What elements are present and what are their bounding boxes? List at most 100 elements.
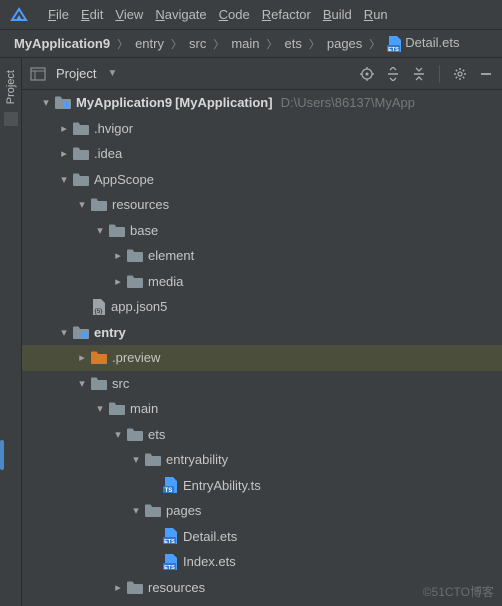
menu-run[interactable]: Run: [358, 4, 394, 25]
menu-build[interactable]: Build: [317, 4, 358, 25]
breadcrumb-item[interactable]: src: [187, 36, 208, 51]
breadcrumb-separator: 〉: [267, 36, 278, 52]
project-label: Project: [56, 66, 96, 81]
folder-icon: [109, 402, 125, 415]
sidebar-tab-icon[interactable]: [4, 112, 18, 126]
folder-icon: [127, 428, 143, 441]
tree-node[interactable]: {5}app.json5: [22, 294, 502, 320]
tree-node[interactable]: ETSIndex.ets: [22, 549, 502, 575]
tree-arrow-icon[interactable]: [58, 326, 70, 339]
folder-icon: [73, 147, 89, 160]
tree-node[interactable]: entry: [22, 320, 502, 346]
tree-node[interactable]: ets: [22, 422, 502, 448]
tree-node-label: resources: [112, 197, 169, 212]
tree-node[interactable]: .hvigor: [22, 116, 502, 142]
tree-node[interactable]: src: [22, 371, 502, 397]
ts-icon: TS: [163, 477, 178, 493]
tree-arrow-icon[interactable]: [112, 275, 124, 288]
tree-arrow-icon[interactable]: [112, 428, 124, 441]
tree-node-label: entry: [94, 325, 126, 340]
breadcrumb-separator: 〉: [213, 36, 224, 52]
tree-node[interactable]: base: [22, 218, 502, 244]
folder-icon: [91, 377, 107, 390]
svg-text:{5}: {5}: [94, 309, 103, 315]
expand-all-icon[interactable]: [385, 66, 401, 82]
breadcrumb-item[interactable]: ETSDetail.ets: [385, 35, 461, 52]
tree-node[interactable]: .idea: [22, 141, 502, 167]
tree-node-label: src: [112, 376, 129, 391]
menu-refactor[interactable]: Refactor: [256, 4, 317, 25]
node-path-dim: D:\Users\86137\MyApp: [281, 95, 415, 110]
ets-icon: ETS: [163, 528, 178, 544]
menu-edit[interactable]: Edit: [75, 4, 109, 25]
tree-arrow-icon[interactable]: [112, 249, 124, 262]
svg-text:ETS: ETS: [388, 47, 399, 52]
menu-file[interactable]: File: [42, 4, 75, 25]
chevron-down-icon: ▼: [107, 68, 117, 79]
tree-node[interactable]: pages: [22, 498, 502, 524]
tree-node-label: MyApplication9: [76, 95, 172, 110]
tree-arrow-icon[interactable]: [76, 198, 88, 211]
breadcrumb-item[interactable]: pages: [325, 36, 364, 51]
breadcrumb-item[interactable]: entry: [133, 36, 166, 51]
tree-arrow-icon[interactable]: [112, 581, 124, 594]
gear-icon[interactable]: [452, 66, 468, 82]
tree-node[interactable]: media: [22, 269, 502, 295]
sidebar-tab-project[interactable]: Project: [5, 70, 17, 104]
tree-arrow-icon[interactable]: [76, 377, 88, 390]
breadcrumb-item[interactable]: main: [229, 36, 261, 51]
tree-node-label: .idea: [94, 146, 122, 161]
tree-node-label: resources: [148, 580, 205, 595]
breadcrumb-separator: 〉: [369, 36, 380, 52]
folder-icon: [73, 173, 89, 186]
tree-arrow-icon[interactable]: [58, 147, 70, 160]
sidebar-tool-strip: Project: [0, 58, 22, 606]
menu-view[interactable]: View: [109, 4, 149, 25]
folder-icon: [109, 224, 125, 237]
tree-node[interactable]: element: [22, 243, 502, 269]
folder-icon: [127, 275, 143, 288]
svg-text:ETS: ETS: [164, 565, 175, 570]
tree-arrow-icon[interactable]: [130, 453, 142, 466]
tree-arrow-icon[interactable]: [58, 122, 70, 135]
menu-code[interactable]: Code: [213, 4, 256, 25]
svg-text:TS: TS: [165, 488, 173, 493]
breadcrumb-separator: 〉: [309, 36, 320, 52]
tree-node-label: ets: [148, 427, 165, 442]
tree-node[interactable]: .preview: [22, 345, 502, 371]
project-selector[interactable]: Project ▼: [30, 66, 117, 81]
project-view-icon: [30, 67, 46, 81]
tree-node-label: element: [148, 248, 194, 263]
tree-arrow-icon[interactable]: [40, 96, 52, 109]
tree-node-label: .hvigor: [94, 121, 133, 136]
tree-node-label: Detail.ets: [183, 529, 237, 544]
tree-arrow-icon[interactable]: [58, 173, 70, 186]
tree-node[interactable]: AppScope: [22, 167, 502, 193]
breadcrumb-separator: 〉: [171, 36, 182, 52]
tree-node[interactable]: ETS Detail.ets: [22, 524, 502, 550]
tree-node[interactable]: resources: [22, 192, 502, 218]
tree-arrow-icon[interactable]: [94, 402, 106, 415]
locate-icon[interactable]: [359, 66, 375, 82]
breadcrumb-item[interactable]: MyApplication9: [12, 36, 112, 51]
menu-navigate[interactable]: Navigate: [149, 4, 212, 25]
tree-node[interactable]: TSEntryAbility.ts: [22, 473, 502, 499]
tree-node[interactable]: main: [22, 396, 502, 422]
tree-node[interactable]: entryability: [22, 447, 502, 473]
tree-node[interactable]: resources: [22, 575, 502, 601]
tree-node[interactable]: MyApplication9[MyApplication]D:\Users\86…: [22, 90, 502, 116]
folder-icon: [145, 504, 161, 517]
tree-arrow-icon[interactable]: [130, 504, 142, 517]
module-icon: [55, 96, 71, 109]
folder-icon: [73, 122, 89, 135]
tree-node-label: AppScope: [94, 172, 154, 187]
folder-icon: [91, 198, 107, 211]
hide-icon[interactable]: [478, 66, 494, 82]
breadcrumb-item[interactable]: ets: [283, 36, 304, 51]
tree-arrow-icon[interactable]: [94, 224, 106, 237]
app-logo-icon: [10, 6, 28, 24]
collapse-all-icon[interactable]: [411, 66, 427, 82]
tree-node-label: media: [148, 274, 183, 289]
tree-node-label: pages: [166, 503, 201, 518]
tree-arrow-icon[interactable]: [76, 351, 88, 364]
